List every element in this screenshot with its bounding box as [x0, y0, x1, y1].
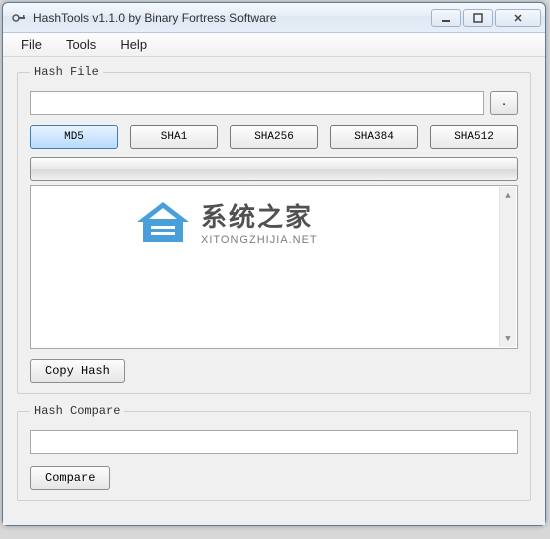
maximize-button[interactable] — [463, 9, 493, 27]
scroll-down-icon[interactable]: ▼ — [500, 330, 516, 347]
hash-file-group: Hash File . MD5 SHA1 SHA256 SHA384 SHA51… — [17, 65, 531, 394]
menubar: File Tools Help — [3, 33, 545, 57]
scroll-up-icon[interactable]: ▲ — [500, 187, 516, 204]
copy-hash-button[interactable]: Copy Hash — [30, 359, 125, 383]
window-controls — [431, 9, 541, 27]
compare-button[interactable]: Compare — [30, 466, 110, 490]
close-button[interactable] — [495, 9, 541, 27]
titlebar[interactable]: HashTools v1.1.0 by Binary Fortress Soft… — [3, 3, 545, 33]
client-area: Hash File . MD5 SHA1 SHA256 SHA384 SHA51… — [3, 57, 545, 525]
sha256-button[interactable]: SHA256 — [230, 125, 318, 149]
hash-file-legend: Hash File — [30, 65, 103, 79]
menu-tools[interactable]: Tools — [54, 33, 108, 56]
app-window: HashTools v1.1.0 by Binary Fortress Soft… — [2, 2, 546, 526]
window-title: HashTools v1.1.0 by Binary Fortress Soft… — [33, 11, 431, 25]
menu-help[interactable]: Help — [108, 33, 159, 56]
sha512-button[interactable]: SHA512 — [430, 125, 518, 149]
hash-compare-group: Hash Compare Compare — [17, 404, 531, 501]
file-row: . — [30, 91, 518, 115]
menu-file[interactable]: File — [9, 33, 54, 56]
progress-bar — [30, 157, 518, 181]
sha384-button[interactable]: SHA384 — [330, 125, 418, 149]
minimize-button[interactable] — [431, 9, 461, 27]
compare-input[interactable] — [30, 430, 518, 454]
md5-button[interactable]: MD5 — [30, 125, 118, 149]
hash-type-buttons: MD5 SHA1 SHA256 SHA384 SHA512 — [30, 125, 518, 149]
app-icon — [11, 10, 27, 26]
hash-output[interactable]: ▲ ▼ — [30, 185, 518, 349]
hash-compare-legend: Hash Compare — [30, 404, 124, 418]
browse-button[interactable]: . — [490, 91, 518, 115]
sha1-button[interactable]: SHA1 — [130, 125, 218, 149]
scrollbar[interactable]: ▲ ▼ — [499, 187, 516, 347]
file-path-input[interactable] — [30, 91, 484, 115]
